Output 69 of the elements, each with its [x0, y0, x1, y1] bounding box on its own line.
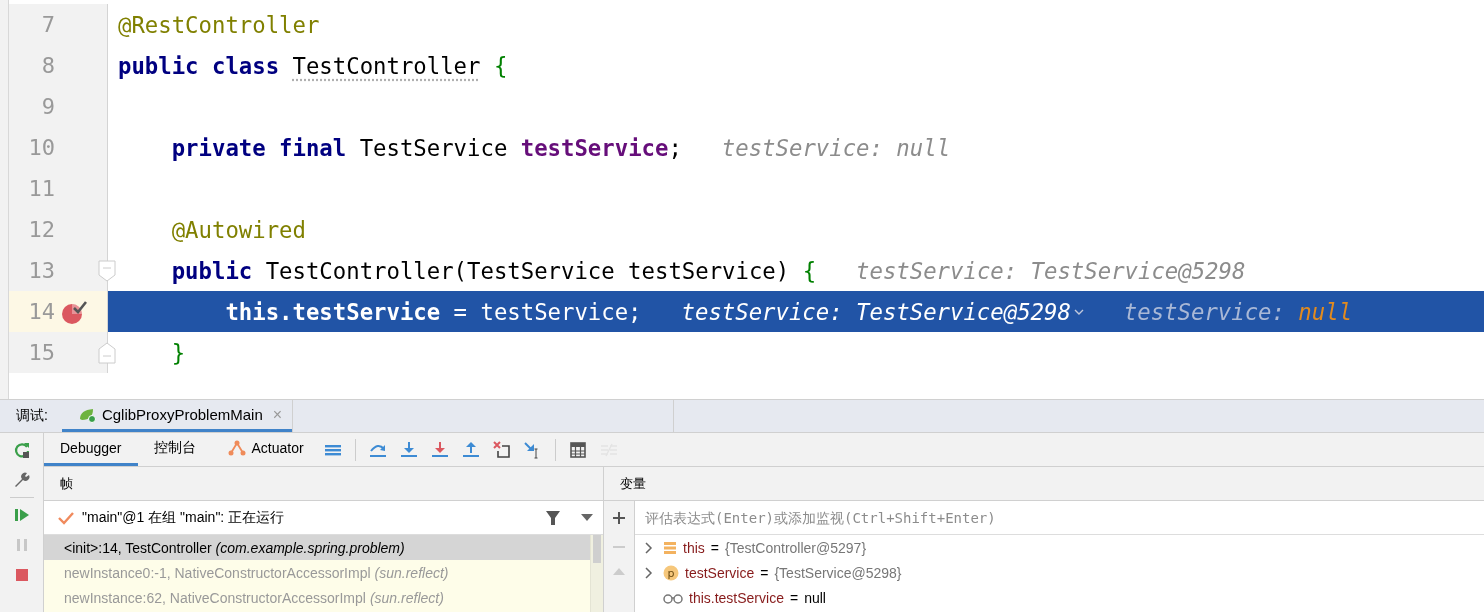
code-token: testService: null [721, 134, 951, 161]
plus-icon[interactable] [612, 511, 626, 525]
line-number: 10 [27, 135, 55, 160]
code-token: @Autowired [170, 216, 306, 243]
fold-marker-icon[interactable] [98, 342, 116, 364]
frames-header: 帧 [44, 467, 603, 501]
code-token: TestService [359, 134, 509, 161]
expand-icon[interactable] [645, 566, 653, 579]
glasses-icon [663, 591, 683, 604]
code-token: TestController [292, 52, 481, 79]
code-token: testService: [1123, 298, 1286, 325]
rerun-icon[interactable] [12, 441, 31, 459]
equals-sign: = [789, 589, 799, 606]
line-number: 15 [27, 340, 55, 365]
code-token: @RestController [118, 11, 320, 38]
check-icon [58, 510, 74, 525]
variable-name: this [683, 539, 705, 556]
chevron-down-icon[interactable] [1073, 307, 1084, 316]
breakpoint-icon[interactable] [61, 299, 87, 325]
code-token: TestController(TestService testService) [265, 257, 791, 284]
code-token: } [170, 339, 186, 366]
equals-sign: = [760, 564, 769, 581]
line-number: 9 [40, 94, 55, 119]
thread-status[interactable]: "main"@1 在组 "main": 正在运行 [82, 508, 537, 527]
stack-frame[interactable]: <init>:14, TestController (com.example.spring.problem) [44, 535, 590, 560]
debugger-tab[interactable]: Actuator [211, 433, 320, 466]
variable-name: this.testService [689, 589, 784, 606]
line-number: 7 [40, 12, 55, 37]
variable-value: {TestService@5298} [774, 564, 902, 581]
stack-icon [663, 540, 677, 555]
code-token: { [492, 52, 508, 79]
line-number: 12 [27, 217, 55, 242]
code-token: .testService [279, 298, 441, 325]
variables-header: 变量 [604, 467, 1484, 501]
step-into-icon[interactable] [399, 440, 418, 459]
variable-name: testService [685, 564, 755, 581]
debugger-tab[interactable]: 控制台 [137, 433, 212, 466]
calculator-icon[interactable] [568, 440, 587, 459]
actuator-icon [227, 440, 246, 456]
panel-title: 调试: [15, 406, 49, 425]
filter-icon[interactable] [545, 509, 561, 526]
code-token: ; [668, 134, 682, 161]
line-number: 8 [40, 53, 55, 78]
step-into-icon[interactable] [430, 440, 449, 459]
code-token: null [1298, 298, 1353, 325]
code-token: public [170, 257, 254, 284]
step-out-icon[interactable] [461, 440, 480, 459]
resume-icon[interactable] [12, 506, 31, 524]
expand-icon[interactable] [645, 541, 653, 554]
code-token: testService: TestService@5298 [681, 298, 1071, 325]
line-number: 11 [27, 176, 55, 201]
equals-sign: = [710, 539, 719, 556]
code-token: testService [520, 134, 669, 161]
code-token: public class [118, 52, 281, 79]
line-number: 13 [27, 258, 55, 283]
spring-leaf-icon [77, 406, 96, 423]
scrollbar-thumb[interactable] [593, 535, 601, 563]
field-icon: p [663, 564, 679, 581]
variable-value: null [804, 589, 826, 606]
line-number: 14 [27, 299, 55, 324]
code-token: = testService; [452, 298, 642, 325]
drop-frame-icon[interactable] [492, 440, 511, 459]
dropdown-icon[interactable] [581, 513, 593, 522]
code-token: this [224, 298, 280, 325]
code-token: { [802, 257, 817, 284]
variable-value: {TestController@5297} [725, 539, 867, 556]
code-token: testService: TestService@5298 [856, 257, 1246, 284]
code-token: private final [170, 134, 348, 161]
fold-marker-icon[interactable] [98, 260, 116, 282]
